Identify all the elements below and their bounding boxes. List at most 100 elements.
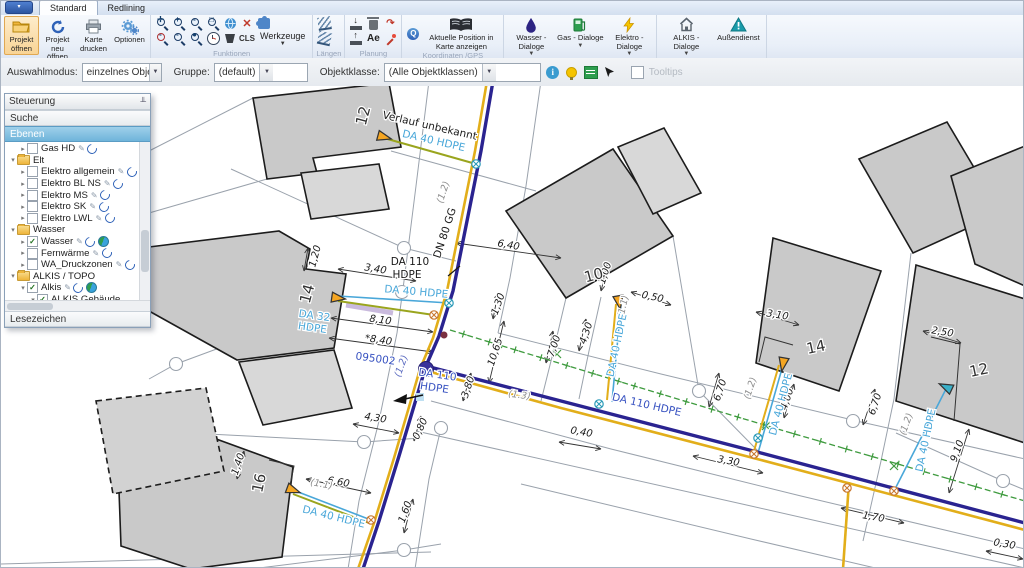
tab-standard[interactable]: Standard — [39, 0, 98, 15]
globe-icon[interactable] — [86, 282, 97, 293]
bulb-icon[interactable] — [565, 65, 579, 79]
edit-icon[interactable]: ✎ — [93, 249, 100, 258]
measure-path-icon[interactable] — [316, 32, 332, 46]
layer-checkbox[interactable] — [27, 248, 38, 259]
tab-redlining[interactable]: Redlining — [98, 1, 156, 15]
building[interactable] — [301, 164, 389, 219]
edit-icon[interactable]: ✎ — [91, 191, 98, 200]
wasser-dialoge-dropdown[interactable]: Wasser - Dialoge ▼ — [507, 16, 555, 57]
zoom-minus-icon[interactable]: - — [171, 32, 187, 46]
expand-icon[interactable]: ▸ — [19, 261, 27, 269]
chevron-down-icon[interactable]: ▼ — [149, 64, 160, 81]
zoom-out-red-icon[interactable]: - — [154, 32, 170, 46]
projekt-neu-oeffnen-button[interactable]: Projekt neu öffnen — [40, 16, 75, 64]
edit-icon[interactable]: ✎ — [96, 214, 103, 223]
projekt-oeffnen-button[interactable]: Projekt öffnen — [4, 16, 39, 55]
pin-icon[interactable]: ╨ — [140, 97, 146, 106]
map-canvas[interactable]: 6,403,408,10*8,401,201,000,504,307,001,3… — [1, 86, 1024, 568]
expand-icon[interactable]: ▸ — [19, 180, 27, 188]
zoom-in-icon[interactable]: + — [171, 17, 187, 31]
layer-row-alkis-topo[interactable]: ▾ALKIS / TOPO — [5, 271, 150, 283]
pan-zoom-icon[interactable]: ✛ — [154, 17, 170, 31]
layer-checkbox[interactable] — [27, 190, 38, 201]
karte-drucken-button[interactable]: Karte drucken — [76, 16, 111, 55]
red-pin-icon[interactable] — [382, 32, 398, 46]
layer-row-wasser[interactable]: ▸✓Wasser✎ — [5, 236, 150, 248]
layer-checkbox[interactable] — [27, 143, 38, 154]
gps-search-icon[interactable]: Q — [405, 27, 421, 41]
cls-button[interactable]: CLS — [239, 32, 255, 46]
layer-row-elt[interactable]: ▾Elt — [5, 155, 150, 167]
panel-header[interactable]: Steuerung ╨ — [5, 94, 150, 110]
import-tray-icon[interactable] — [348, 17, 364, 31]
layer-checkbox[interactable] — [27, 178, 38, 189]
layer-row-elektro-allgemein[interactable]: ▸Elektro allgemein✎ — [5, 166, 150, 178]
edit-icon[interactable]: ✎ — [104, 179, 111, 188]
collapse-icon[interactable]: ▾ — [9, 272, 17, 280]
tree-vertical-scrollbar[interactable] — [139, 142, 150, 300]
gruppe-select[interactable]: (default) ▼ — [214, 63, 308, 82]
expand-icon[interactable]: ▸ — [19, 249, 27, 257]
layer-tree[interactable]: ▸Gas HD✎▾Elt▸Elektro allgemein✎▸Elektro … — [5, 142, 150, 300]
ae-annotation-button[interactable]: Ae — [365, 32, 381, 46]
section-suche[interactable]: Suche — [5, 110, 150, 126]
expand-icon[interactable]: ▸ — [19, 168, 27, 176]
layer-checkbox[interactable] — [27, 166, 38, 177]
elektro-dialoge-dropdown[interactable]: Elektro - Dialoge ▼ — [605, 16, 653, 57]
expand-icon[interactable]: ▸ — [19, 203, 27, 211]
export-tray-icon[interactable] — [348, 32, 364, 46]
edit-icon[interactable]: ✎ — [78, 144, 85, 153]
scrollbar-thumb[interactable] — [7, 303, 53, 310]
layer-checkbox[interactable] — [27, 201, 38, 212]
layer-row-elektro-ms[interactable]: ▸Elektro MS✎ — [5, 189, 150, 201]
edit-icon[interactable]: ✎ — [116, 260, 123, 269]
collapse-icon[interactable]: ▾ — [19, 284, 27, 292]
measure-length-icon[interactable] — [316, 17, 332, 31]
section-lesezeichen[interactable]: Lesezeichen — [5, 311, 150, 327]
globe-icon[interactable] — [98, 236, 109, 247]
expand-icon[interactable]: ▸ — [19, 214, 27, 222]
section-ebenen[interactable]: Ebenen — [5, 126, 150, 142]
edit-icon[interactable]: ✎ — [89, 202, 96, 211]
collapse-icon[interactable]: ▾ — [9, 156, 17, 164]
layer-row-gas-hd[interactable]: ▸Gas HD✎ — [5, 143, 150, 155]
zoom-extent-icon[interactable]: □ — [205, 17, 221, 31]
gas-main-line[interactable] — [843, 482, 849, 568]
layer-row-wasser[interactable]: ▾Wasser — [5, 224, 150, 236]
layer-row-elektro-bl-ns[interactable]: ▸Elektro BL NS✎ — [5, 178, 150, 190]
layer-row-alkis[interactable]: ▾✓Alkis✎ — [5, 282, 150, 294]
delete-x-icon[interactable]: ✕ — [239, 17, 255, 31]
gas-dialoge-dropdown[interactable]: Gas - Dialoge ▼ — [556, 16, 604, 49]
layer-row-elektro-lwl[interactable]: ▸Elektro LWL✎ — [5, 213, 150, 225]
edit-icon[interactable]: ✎ — [76, 237, 83, 246]
app-menu-button[interactable]: ▾ — [5, 1, 33, 14]
tree-horizontal-scrollbar[interactable] — [5, 300, 150, 311]
fitting-node[interactable] — [441, 332, 448, 339]
chevron-down-icon[interactable]: ▼ — [482, 64, 496, 81]
buildings[interactable] — [96, 86, 1024, 568]
aktuelle-position-button[interactable]: Aktuelle Position in Karte anzeigen — [422, 16, 500, 51]
edit-icon[interactable]: ✎ — [118, 167, 125, 176]
history-clock-icon[interactable] — [205, 32, 221, 46]
zoom-window-icon[interactable]: - — [188, 17, 204, 31]
building[interactable] — [239, 350, 352, 425]
tooltips-checkbox[interactable] — [631, 66, 644, 79]
trash-icon[interactable] — [365, 17, 381, 31]
objektklasse-select[interactable]: (Alle Objektklassen) ▼ — [384, 63, 541, 82]
select-cursor-icon[interactable] — [603, 65, 617, 79]
expand-icon[interactable]: ▸ — [19, 145, 27, 153]
expand-icon[interactable]: ▸ — [19, 238, 27, 246]
layer-checkbox[interactable] — [27, 259, 38, 270]
layer-row-wa-druckzonen[interactable]: ▸WA_Druckzonen✎ — [5, 259, 150, 271]
optionen-button[interactable]: Optionen — [112, 16, 147, 47]
layer-row-elektro-sk[interactable]: ▸Elektro SK✎ — [5, 201, 150, 213]
edit-icon[interactable]: ✎ — [64, 283, 71, 292]
aussendienst-button[interactable]: Außendienst — [713, 16, 763, 43]
globe-refresh-icon[interactable] — [222, 17, 238, 31]
attribute-table-icon[interactable] — [584, 65, 598, 79]
werkzeuge-dropdown[interactable]: Werkzeuge ▼ — [256, 29, 309, 49]
redo-red-icon[interactable]: ↷ — [382, 17, 398, 31]
info-icon[interactable]: i — [546, 65, 560, 79]
expand-icon[interactable]: ▸ — [19, 191, 27, 199]
layer-checkbox[interactable]: ✓ — [27, 236, 38, 247]
